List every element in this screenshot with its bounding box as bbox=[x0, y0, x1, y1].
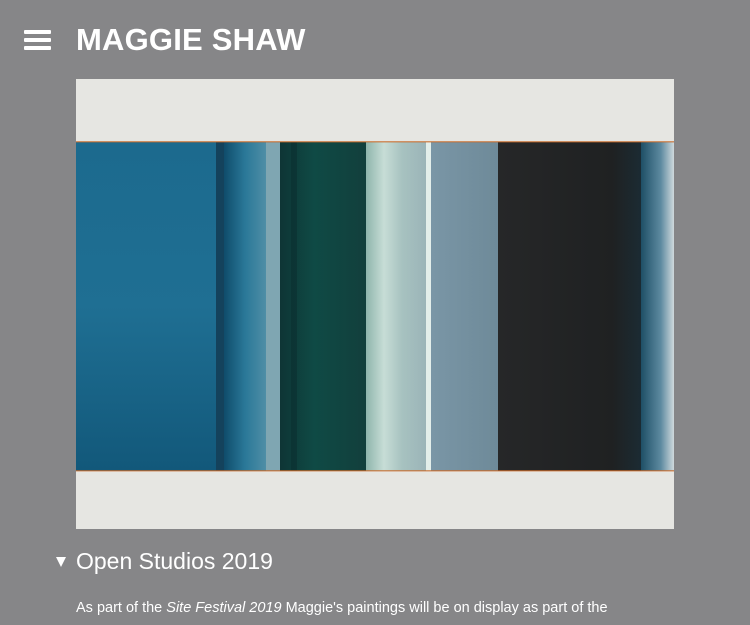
hamburger-menu-icon[interactable] bbox=[24, 27, 52, 51]
festival-name: Site Festival 2019 bbox=[166, 600, 282, 616]
menu-bar-middle bbox=[24, 38, 51, 42]
page: MAGGIE SHAW Open Studios 2019 As part of… bbox=[0, 0, 750, 625]
site-title[interactable]: MAGGIE SHAW bbox=[76, 20, 306, 60]
menu-bar-bottom bbox=[24, 46, 51, 50]
description-text-before: As part of the bbox=[76, 600, 167, 616]
description-text-after: Maggie's paintings will be on display as… bbox=[281, 600, 608, 616]
artwork-image bbox=[76, 79, 674, 529]
site-header: MAGGIE SHAW bbox=[0, 0, 750, 80]
caret-down-icon bbox=[56, 557, 66, 567]
section-title: Open Studios 2019 bbox=[76, 548, 273, 574]
menu-bar-top bbox=[24, 30, 51, 34]
section-description: As part of the Site Festival 2019 Maggie… bbox=[76, 596, 696, 620]
open-studios-toggle[interactable]: Open Studios 2019 bbox=[56, 545, 273, 577]
